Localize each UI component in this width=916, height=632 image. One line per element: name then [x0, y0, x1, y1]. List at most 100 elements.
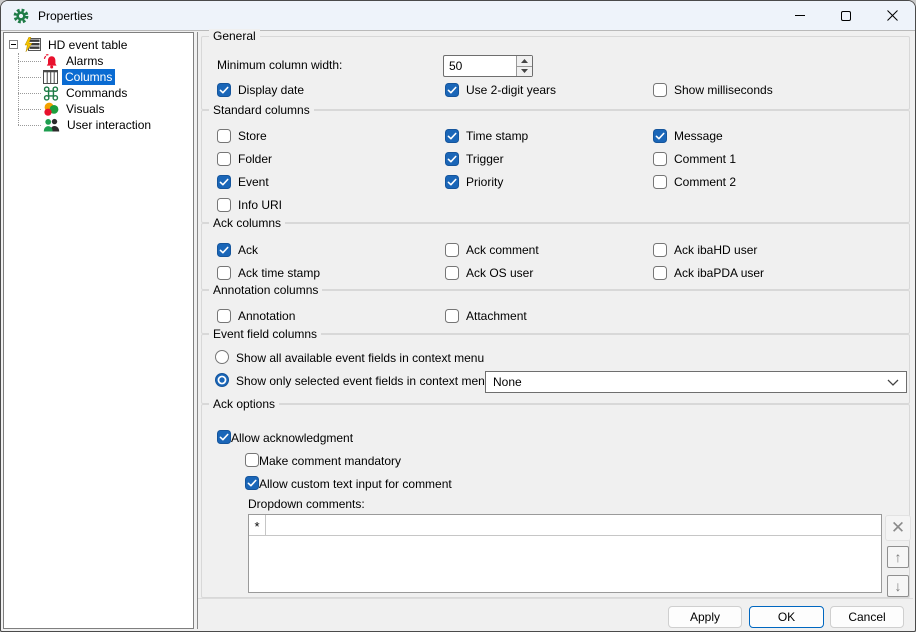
tree-item-hd-event-table[interactable]: HD event table	[4, 36, 193, 53]
spin-down-button[interactable]	[517, 66, 532, 77]
checkbox-label: Make comment mandatory	[259, 453, 401, 468]
checkbox-priority[interactable]: Priority	[445, 170, 528, 193]
commands-icon	[43, 86, 59, 101]
minimum-column-width-stepper[interactable]: 50	[443, 55, 533, 77]
checkbox-checked-icon	[445, 129, 459, 143]
checkbox-ack[interactable]: Ack	[217, 238, 320, 261]
close-icon	[887, 10, 898, 21]
checkbox-label: Show milliseconds	[674, 82, 773, 97]
dropdown-comments-grid[interactable]: *	[248, 514, 882, 593]
group-general: General Minimum column width: 50 Display…	[201, 36, 910, 110]
checkbox-info-uri[interactable]: Info URI	[217, 193, 282, 216]
grid-new-row[interactable]: *	[249, 515, 881, 536]
checkbox-comment-1[interactable]: Comment 1	[653, 147, 736, 170]
checkbox-ack-ibahd-user[interactable]: Ack ibaHD user	[653, 238, 764, 261]
checkbox-ack-ibapda-user[interactable]: Ack ibaPDA user	[653, 261, 764, 284]
radio-show-selected-event-fields[interactable]: Show only selected event fields in conte…	[215, 372, 491, 388]
group-title: Ack options	[209, 397, 279, 412]
checkbox-allow-acknowledgment[interactable]: Allow acknowledgment	[217, 429, 353, 445]
checkbox-column: Ack Ack time stamp	[217, 238, 320, 284]
checkbox-use-2-digit-years[interactable]: Use 2-digit years	[445, 78, 556, 101]
close-button[interactable]	[869, 1, 915, 30]
checkbox-time-stamp[interactable]: Time stamp	[445, 124, 528, 147]
tree-item-label: Visuals	[63, 101, 107, 117]
tree-item-label: Columns	[62, 69, 115, 85]
move-comment-up-button[interactable]: ↑	[887, 546, 909, 568]
checkbox-attachment[interactable]: Attachment	[445, 304, 527, 327]
checkbox-label: Ack OS user	[466, 265, 533, 280]
checkbox-make-comment-mandatory[interactable]: Make comment mandatory	[245, 452, 401, 468]
checkbox-checked-icon	[445, 175, 459, 189]
checkbox-checked-icon	[445, 83, 459, 97]
window-title: Properties	[38, 9, 93, 23]
checkbox-label: Ack comment	[466, 242, 539, 257]
checkbox-message[interactable]: Message	[653, 124, 736, 147]
tree-item-user-interaction[interactable]: User interaction	[4, 117, 193, 133]
radio-show-all-event-fields[interactable]: Show all available event fields in conte…	[215, 349, 484, 365]
group-event-field-columns: Event field columns Show all available e…	[201, 334, 910, 404]
checkbox-store[interactable]: Store	[217, 124, 282, 147]
arrow-up-icon	[521, 59, 528, 63]
delete-icon: ✕	[891, 518, 905, 538]
spin-up-button[interactable]	[517, 56, 532, 66]
maximize-button[interactable]	[823, 1, 869, 30]
arrow-down-icon: ↓	[895, 578, 902, 594]
radio-label: Show only selected event fields in conte…	[236, 373, 491, 388]
alarms-icon	[43, 54, 59, 69]
checkbox-trigger[interactable]: Trigger	[445, 147, 528, 170]
checkbox-show-milliseconds[interactable]: Show milliseconds	[653, 78, 773, 101]
delete-comment-button[interactable]: ✕	[885, 515, 911, 541]
checkbox-checked-icon	[217, 83, 231, 97]
minimum-column-width-label: Minimum column width:	[217, 58, 342, 72]
tree-item-visuals[interactable]: Visuals	[4, 101, 193, 117]
tree-item-commands[interactable]: Commands	[4, 85, 193, 101]
tree-item-alarms[interactable]: Alarms	[4, 53, 193, 69]
tree-item-label: Commands	[63, 85, 130, 101]
checkbox-ack-time-stamp[interactable]: Ack time stamp	[217, 261, 320, 284]
checkbox-label: Time stamp	[466, 128, 528, 143]
radio-selected-icon	[215, 373, 229, 387]
checkbox-label: Ack	[238, 242, 258, 257]
tree-item-label: User interaction	[64, 117, 154, 133]
checkbox-event[interactable]: Event	[217, 170, 282, 193]
minimum-column-width-value[interactable]: 50	[444, 56, 516, 76]
arrow-up-icon: ↑	[895, 549, 902, 565]
checkbox-ack-os-user[interactable]: Ack OS user	[445, 261, 539, 284]
checkbox-label: Message	[674, 128, 723, 143]
group-title: Standard columns	[209, 103, 314, 118]
checkbox-ack-comment[interactable]: Ack comment	[445, 238, 539, 261]
cancel-button[interactable]: Cancel	[830, 606, 904, 628]
checkbox-unchecked-icon	[217, 152, 231, 166]
checkbox-label: Event	[238, 174, 269, 189]
checkbox-annotation[interactable]: Annotation	[217, 304, 295, 327]
checkbox-column: Attachment	[445, 304, 527, 327]
ok-button[interactable]: OK	[749, 606, 824, 628]
checkbox-unchecked-icon	[245, 453, 259, 467]
tree-collapse-icon[interactable]	[9, 40, 18, 49]
checkbox-unchecked-icon	[653, 175, 667, 189]
checkbox-label: Folder	[238, 151, 272, 166]
gear-icon	[13, 8, 29, 24]
apply-button[interactable]: Apply	[668, 606, 742, 628]
checkbox-unchecked-icon	[653, 266, 667, 280]
checkbox-label: Comment 1	[674, 151, 736, 166]
group-title: Annotation columns	[209, 283, 322, 298]
move-comment-down-button[interactable]: ↓	[887, 575, 909, 597]
grid-comment-cell[interactable]	[266, 515, 881, 535]
checkbox-folder[interactable]: Folder	[217, 147, 282, 170]
checkbox-label: Annotation	[238, 308, 295, 323]
checkbox-display-date[interactable]: Display date	[217, 78, 304, 101]
checkbox-label: Allow acknowledgment	[231, 430, 353, 445]
checkbox-comment-2[interactable]: Comment 2	[653, 170, 736, 193]
properties-tree: HD event table Alarms	[4, 33, 193, 628]
group-title: Ack columns	[209, 216, 285, 231]
event-fields-dropdown[interactable]: None	[485, 371, 907, 393]
minimize-button[interactable]	[777, 1, 823, 30]
checkbox-column: Time stamp TriggerPriority	[445, 124, 528, 193]
checkbox-checked-icon	[217, 430, 231, 444]
checkbox-label: Info URI	[238, 197, 282, 212]
checkbox-allow-custom-text-input[interactable]: Allow custom text input for comment	[245, 475, 452, 491]
tree-item-columns[interactable]: Columns	[4, 69, 193, 85]
group-title: General	[209, 29, 260, 44]
visuals-icon	[43, 102, 59, 117]
